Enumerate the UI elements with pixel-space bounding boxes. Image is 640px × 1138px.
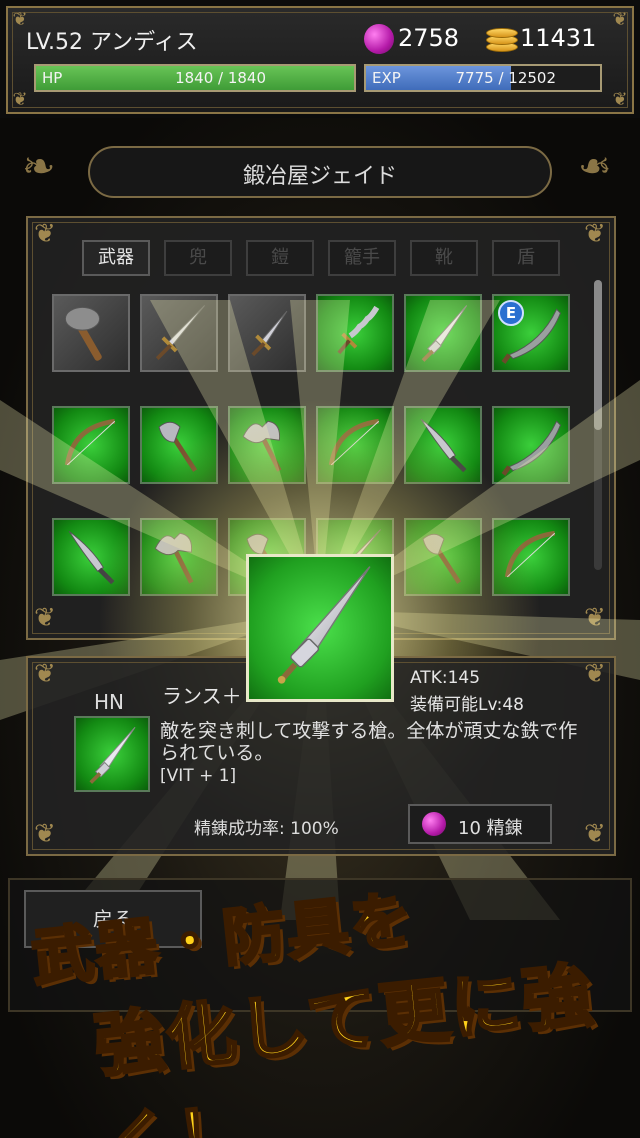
tab-armor[interactable]: 鎧 <box>246 240 314 276</box>
item-slot[interactable] <box>228 294 306 372</box>
exp-bar: EXP 7775 / 12502 <box>364 64 602 92</box>
item-slot[interactable] <box>404 518 482 596</box>
item-name: ランス＋ <box>162 684 242 708</box>
bow-icon <box>328 418 380 466</box>
equipped-badge: E <box>498 300 524 326</box>
gem-count: 2758 <box>398 24 460 52</box>
knife-icon <box>68 531 115 585</box>
ornament-icon: ❦ <box>34 603 56 633</box>
ornament-icon: ❦ <box>584 659 606 689</box>
tab-helmet[interactable]: 兜 <box>164 240 232 276</box>
status-panel: ❦ ❦ ❦ ❦ <box>6 6 634 114</box>
gem-icon <box>422 812 446 836</box>
double-axe-icon <box>154 532 194 584</box>
item-slot[interactable] <box>140 406 218 484</box>
refine-success-rate: 精錬成功率: 100% <box>194 819 339 839</box>
item-slot[interactable] <box>52 406 130 484</box>
item-slot[interactable] <box>404 406 482 484</box>
tab-gauntlet[interactable]: 籠手 <box>328 240 396 276</box>
item-grade: HN <box>94 690 124 714</box>
item-slot[interactable] <box>492 518 570 596</box>
hp-label: HP <box>42 69 63 87</box>
tab-boots[interactable]: 靴 <box>410 240 478 276</box>
item-slot[interactable] <box>52 518 130 596</box>
lance-icon <box>89 726 136 784</box>
detail-item-thumbnail <box>74 716 150 792</box>
tab-weapon[interactable]: 武器 <box>82 240 150 276</box>
axe-icon <box>158 421 198 472</box>
dagger-icon <box>251 310 288 357</box>
ornament-icon: ❧ <box>22 144 56 190</box>
item-slot[interactable] <box>140 518 218 596</box>
knife-icon <box>420 419 467 473</box>
shop-title: 鍛冶屋ジェイド <box>242 164 397 189</box>
ornament-icon: ❦ <box>34 819 56 849</box>
scrollbar-thumb[interactable] <box>594 280 602 430</box>
refine-button[interactable]: 10 精錬 <box>408 804 552 844</box>
coin-count: 11431 <box>520 24 597 52</box>
ornament-icon: ❦ <box>12 89 28 110</box>
ornament-icon: ❦ <box>584 819 606 849</box>
scimitar-icon <box>501 420 561 476</box>
item-slot[interactable] <box>52 294 130 372</box>
ornament-icon: ❦ <box>612 89 628 110</box>
item-slot[interactable] <box>404 294 482 372</box>
item-slot[interactable] <box>228 406 306 484</box>
item-required-level: 装備可能Lv:48 <box>410 695 524 715</box>
tab-shield[interactable]: 盾 <box>492 240 560 276</box>
exp-value: 7775 / 12502 <box>455 69 556 87</box>
ornament-icon: ❦ <box>612 9 628 30</box>
item-slot[interactable] <box>316 406 394 484</box>
item-slot[interactable] <box>140 294 218 372</box>
coin-icon <box>486 26 518 54</box>
item-scrollbar[interactable] <box>594 280 602 570</box>
ornament-icon: ❧ <box>578 144 612 190</box>
item-slot[interactable] <box>492 406 570 484</box>
ornament-icon: ❦ <box>584 219 606 249</box>
player-level-name: LV.52 アンディス <box>26 30 198 55</box>
item-bonus: [VIT + 1] <box>160 766 237 786</box>
wavy-sword-icon <box>337 305 380 355</box>
bow-icon <box>504 530 556 578</box>
double-axe-icon <box>242 420 282 472</box>
item-slot[interactable] <box>316 294 394 372</box>
bow-icon <box>64 418 116 466</box>
exp-label: EXP <box>372 69 401 87</box>
ornament-icon: ❦ <box>584 603 606 633</box>
refine-button-label: 10 精錬 <box>458 818 523 839</box>
highlighted-item <box>246 554 394 702</box>
gem-icon <box>364 24 394 54</box>
ornament-icon: ❦ <box>34 219 56 249</box>
item-description: 敵を突き刺して攻撃する槍。全体が頑丈な鉄で作られている。 <box>160 720 578 764</box>
lance-icon <box>421 305 468 362</box>
ornament-icon: ❦ <box>34 659 56 689</box>
sword-icon <box>155 305 205 360</box>
hammer-icon <box>64 306 102 361</box>
item-slot[interactable]: E <box>492 294 570 372</box>
hp-bar: HP 1840 / 1840 <box>34 64 356 92</box>
lance-icon <box>277 566 371 684</box>
hp-value: 1840 / 1840 <box>175 69 266 87</box>
axe-icon <box>422 533 462 584</box>
item-attack: ATK:145 <box>410 668 481 688</box>
